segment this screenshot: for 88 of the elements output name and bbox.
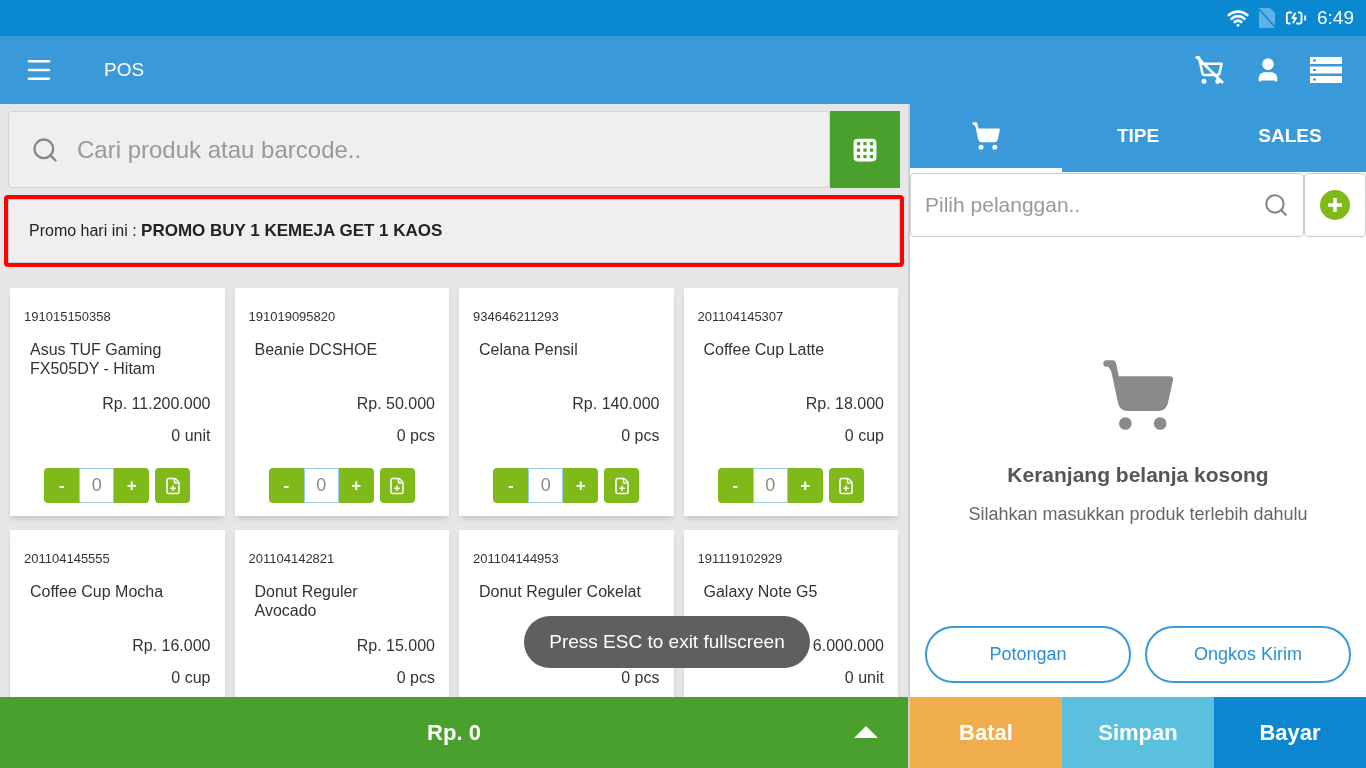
product-stock: 0 pcs	[396, 668, 435, 688]
product-card[interactable]: 934646211293 Celana Pensil Rp. 140.000 0 pcs - 0 +	[459, 288, 674, 516]
cart-icon	[971, 121, 1001, 151]
promo-text: Promo hari ini : PROMO BUY 1 KEMEJA GET 1 KAOS	[29, 220, 443, 243]
increment-button[interactable]: +	[563, 468, 599, 503]
product-price: Rp. 140.000	[572, 394, 660, 414]
product-name: Beanie DCSHOE	[254, 340, 379, 359]
increment-button[interactable]: +	[338, 468, 374, 503]
product-stock: 0 unit	[171, 426, 211, 446]
expand-up-icon	[854, 726, 878, 738]
file-plus-icon	[163, 476, 182, 495]
add-note-button[interactable]	[828, 468, 864, 503]
tab[interactable]: SALES	[1214, 104, 1366, 172]
customer-field[interactable]: Pilih pelanggan..	[925, 189, 1263, 221]
decrement-button[interactable]: -	[268, 468, 304, 503]
product-price: Rp. 15.000	[356, 636, 435, 656]
increment-button[interactable]: +	[787, 468, 823, 503]
product-stock: 0 cup	[844, 426, 884, 446]
product-card[interactable]: 201104142821 Donut Reguler Avocado Rp. 15.000 0 pcs	[234, 530, 449, 697]
product-card[interactable]: 201104145555 Coffee Cup Mocha Rp. 16.000 0 cup	[10, 530, 225, 697]
app-title: POS	[104, 57, 145, 82]
product-stock: 0 pcs	[396, 426, 435, 446]
add-note-button[interactable]	[604, 468, 640, 503]
total-bar[interactable]: Rp. 0	[0, 697, 908, 768]
product-name: Coffee Cup Latte	[703, 340, 826, 359]
product-price: Rp. 11.200.000	[102, 394, 211, 414]
plus-circle-icon	[1320, 190, 1350, 220]
action-button[interactable]: Ongkos Kirim	[1145, 626, 1351, 683]
product-price: 6.000.000	[812, 636, 884, 656]
product-price: Rp. 50.000	[356, 394, 435, 414]
product-name: Asus TUF Gaming FX505DY - Hitam	[30, 340, 163, 378]
total-amount: Rp. 0	[427, 719, 481, 747]
add-customer-button[interactable]	[1304, 173, 1366, 237]
empty-cart-message: Silahkan masukkan produk terlebih dahulu	[968, 502, 1308, 526]
file-plus-icon	[388, 476, 407, 495]
customer-bar[interactable]: Pilih pelanggan..	[910, 173, 1304, 237]
product-stock: 0 unit	[844, 668, 884, 688]
file-plus-icon	[612, 476, 631, 495]
search-bar[interactable]: Cari produk atau barcode..	[8, 111, 830, 188]
product-code: 191119102929	[697, 551, 783, 567]
product-stock: 0 cup	[171, 668, 211, 688]
clock-time: 6:49	[1317, 5, 1354, 30]
product-code: 191015150358	[24, 309, 111, 325]
quantity-field[interactable]: 0	[528, 468, 564, 503]
product-price: Rp. 18.000	[805, 394, 884, 414]
cart-off-icon[interactable]	[1194, 54, 1226, 86]
list-icon[interactable]	[1310, 57, 1342, 83]
product-price: Rp. 16.000	[132, 636, 211, 656]
product-name: Donut Reguler Cokelat	[479, 582, 642, 601]
product-card[interactable]: 191019095820 Beanie DCSHOE Rp. 50.000 0 pcs - 0 +	[234, 288, 449, 516]
grid-view-button[interactable]	[830, 111, 900, 188]
quantity-field[interactable]: 0	[79, 468, 115, 503]
product-code: 201104145307	[697, 309, 784, 325]
product-card[interactable]: 191015150358 Asus TUF Gaming FX505DY - Hitam Rp. 11.200.000 0 unit - 0 +	[10, 288, 225, 516]
increment-button[interactable]: +	[114, 468, 150, 503]
decrement-button[interactable]: -	[44, 468, 80, 503]
footer-button[interactable]: Simpan	[1062, 697, 1214, 768]
wifi-icon	[1227, 7, 1249, 29]
search-icon	[1263, 192, 1289, 218]
add-note-button[interactable]	[379, 468, 415, 503]
grid-icon	[852, 136, 878, 163]
quantity-field[interactable]: 0	[303, 468, 339, 503]
product-name: Donut Reguler Avocado	[254, 582, 359, 620]
product-name: Celana Pensil	[479, 340, 579, 359]
tab[interactable]: TIPE	[1062, 104, 1214, 172]
product-name: Galaxy Note G5	[703, 582, 819, 601]
quantity-field[interactable]: 0	[752, 468, 788, 503]
cart-icon	[1100, 357, 1176, 433]
decrement-button[interactable]: -	[717, 468, 753, 503]
product-stock: 0 pcs	[621, 426, 660, 446]
product-search-field[interactable]: Cari produk atau barcode..	[77, 131, 807, 168]
product-code: 191019095820	[248, 309, 336, 325]
product-name: Coffee Cup Mocha	[30, 582, 165, 601]
footer-button[interactable]: Batal	[910, 697, 1062, 768]
file-plus-icon	[837, 476, 856, 495]
product-stock: 0 pcs	[621, 668, 660, 688]
product-card[interactable]: 201104145307 Coffee Cup Latte Rp. 18.000 0 cup - 0 +	[683, 288, 898, 516]
product-code: 201104142821	[248, 551, 335, 567]
footer-button[interactable]: Bayar	[1214, 697, 1366, 768]
action-button[interactable]: Potongan	[925, 626, 1131, 683]
product-code: 934646211293	[473, 309, 559, 325]
add-note-button[interactable]	[155, 468, 191, 503]
product-code: 201104145555	[24, 551, 110, 567]
product-code: 201104144953	[473, 551, 559, 567]
no-sim-icon	[1259, 8, 1275, 28]
search-icon	[31, 135, 59, 164]
decrement-button[interactable]: -	[493, 468, 529, 503]
empty-cart-title: Keranjang belanja kosong	[1007, 462, 1269, 488]
